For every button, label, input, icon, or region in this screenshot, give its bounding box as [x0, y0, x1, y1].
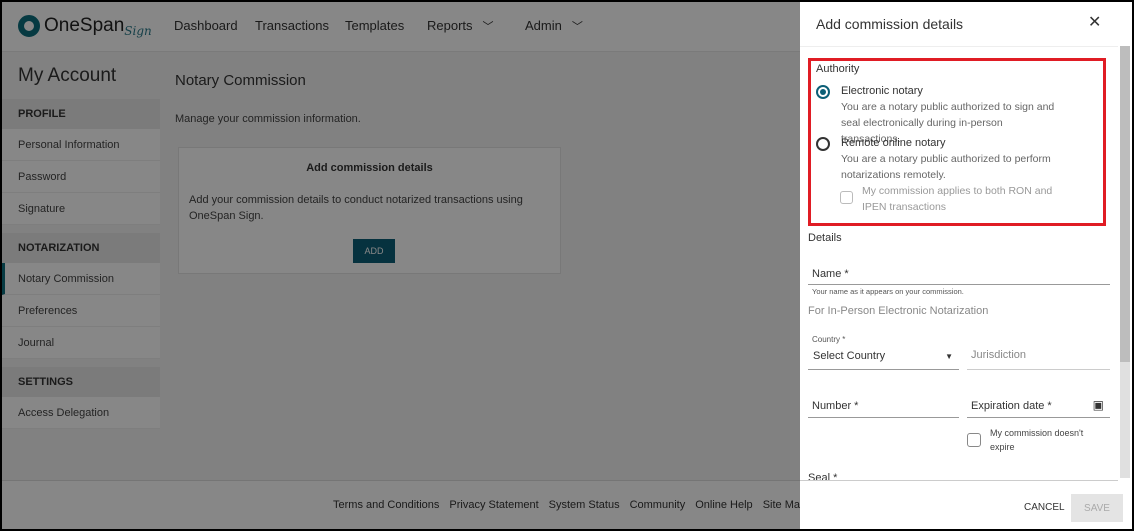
both-checkbox[interactable] — [840, 191, 853, 204]
calendar-icon[interactable]: ▣ — [1093, 398, 1104, 412]
expiration-date-field[interactable]: Expiration date * ▣ — [967, 398, 1110, 418]
remote-notary-label: Remote online notary — [841, 137, 946, 149]
electronic-notary-label: Electronic notary — [841, 85, 923, 97]
number-field[interactable]: Number * — [808, 400, 959, 418]
name-field[interactable]: Name * — [808, 268, 1110, 285]
cancel-button[interactable]: CANCEL — [1024, 502, 1065, 513]
close-icon[interactable]: ✕ — [1088, 12, 1101, 32]
radio-remote-online-notary[interactable] — [816, 137, 830, 151]
dropdown-arrow-icon: ▼ — [945, 352, 953, 361]
add-commission-drawer: Add commission details ✕ Authority Elect… — [800, 2, 1132, 529]
authority-label: Authority — [816, 63, 860, 75]
both-checkbox-label: My commission applies to both RON and IP… — [862, 185, 1053, 213]
remote-notary-desc: You are a notary public authorized to pe… — [841, 153, 1051, 181]
no-expire-label: My commission doesn't expire — [990, 428, 1084, 452]
country-select[interactable]: Select Country ▼ — [808, 350, 959, 370]
ipen-label: For In-Person Electronic Notarization — [808, 305, 989, 317]
no-expire-checkbox[interactable] — [967, 433, 981, 447]
details-label: Details — [808, 232, 842, 244]
drawer-title: Add commission details — [816, 16, 964, 32]
name-hint: Your name as it appears on your commissi… — [812, 287, 964, 296]
save-button[interactable]: SAVE — [1071, 494, 1123, 522]
radio-electronic-notary[interactable] — [816, 85, 830, 99]
country-label: Country * — [812, 335, 846, 344]
jurisdiction-field[interactable]: Jurisdiction — [967, 349, 1110, 370]
scrollbar[interactable] — [1120, 46, 1130, 478]
